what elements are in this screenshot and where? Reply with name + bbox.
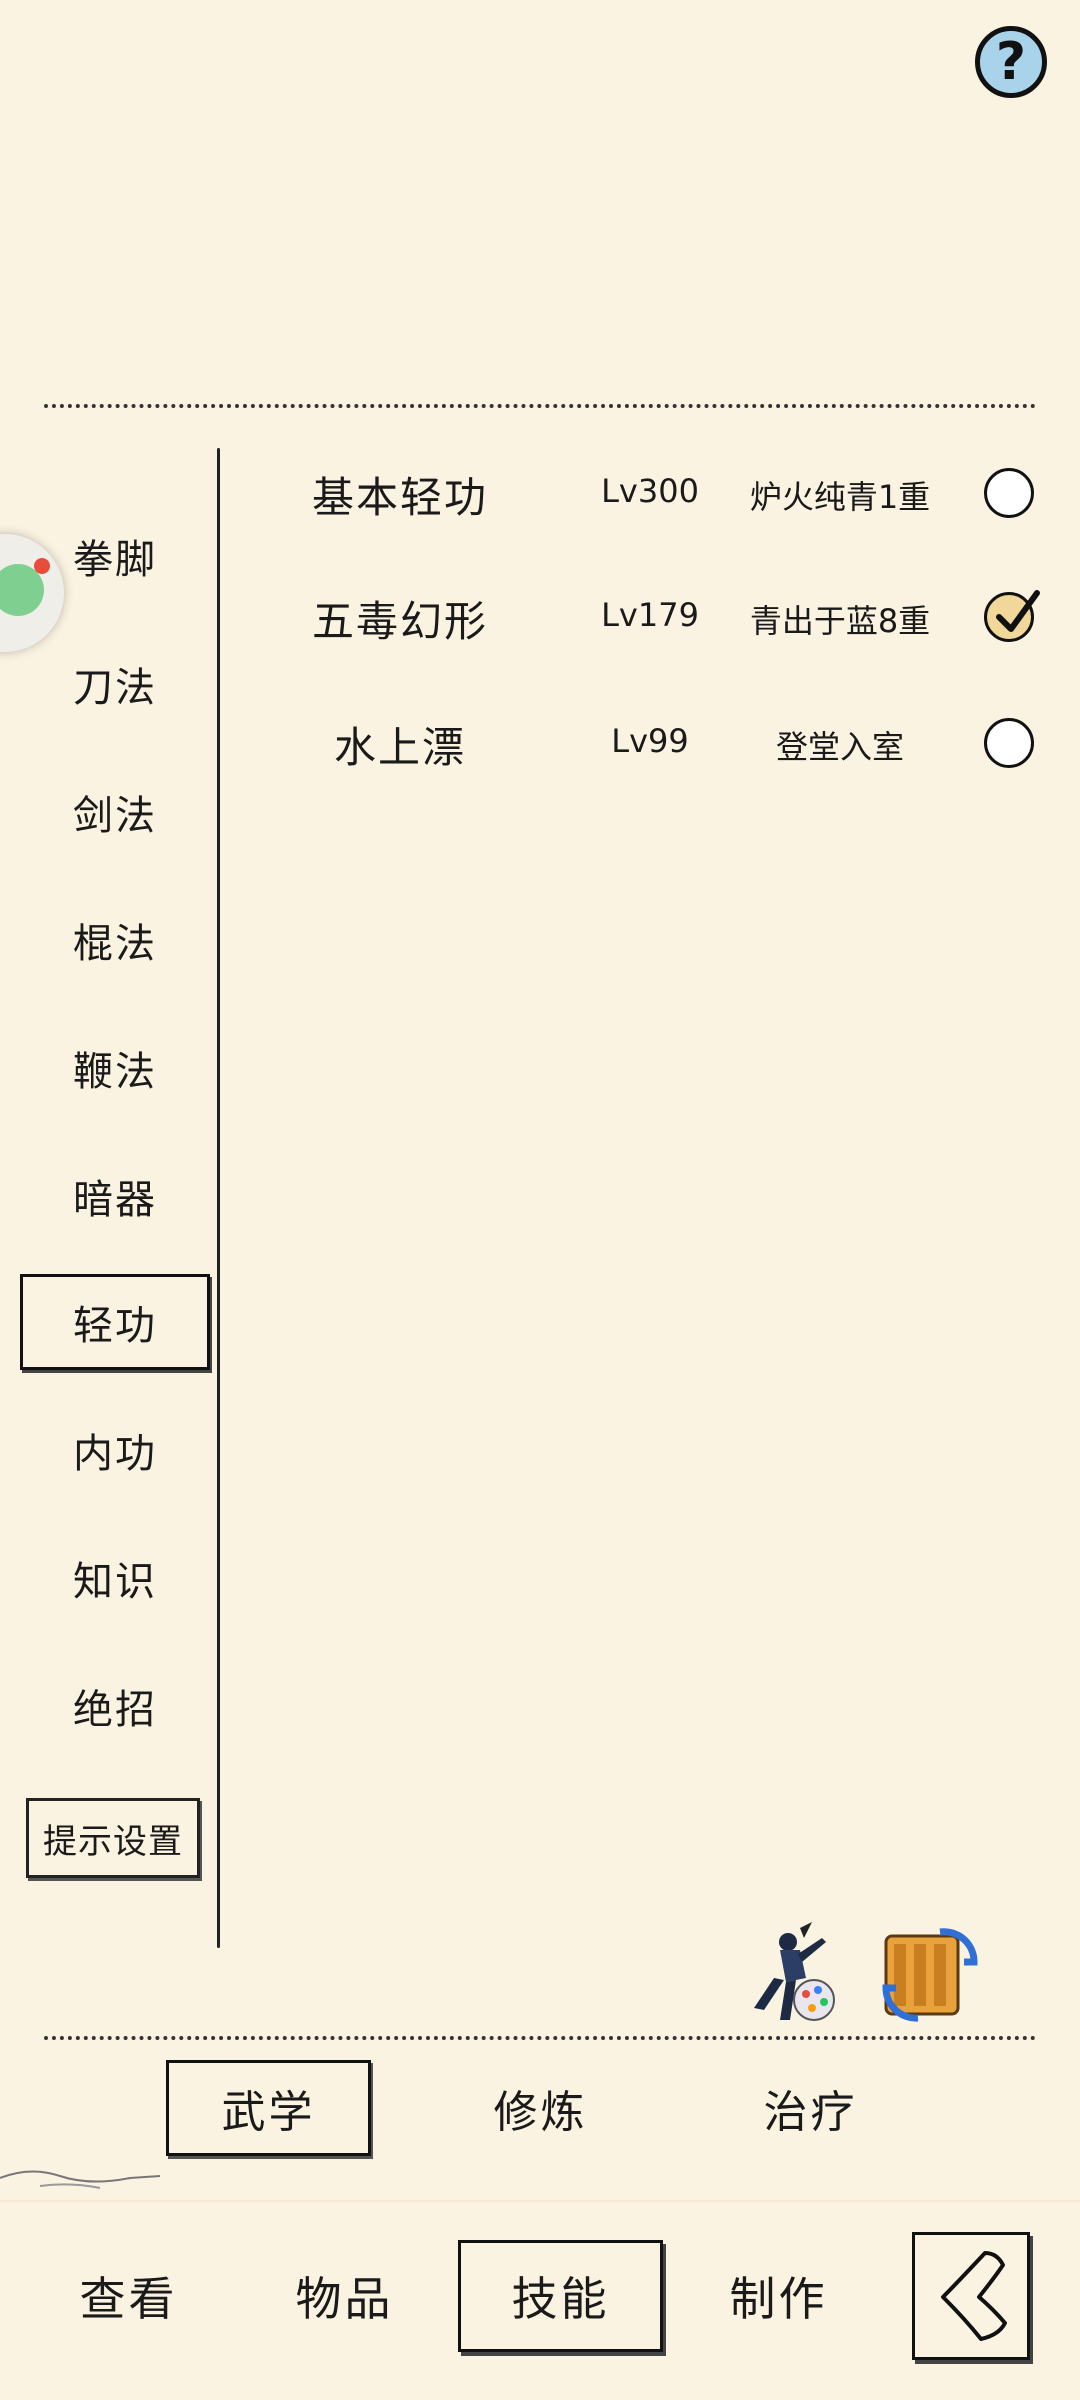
- subtab-xiulian[interactable]: 修炼: [438, 2060, 643, 2156]
- skill-level: Lv179: [601, 596, 699, 634]
- category-anqi[interactable]: 暗器: [20, 1148, 210, 1244]
- category-jianfa[interactable]: 剑法: [20, 764, 210, 860]
- ink-wave-divider: [0, 2170, 161, 2189]
- skill-name: 水上漂: [333, 723, 466, 772]
- back-arrow-icon: [941, 2251, 1007, 2341]
- category-juezhao[interactable]: 绝招: [20, 1658, 210, 1754]
- subtab-wuxue[interactable]: 武学: [166, 2060, 371, 2156]
- category-neigong[interactable]: 内功: [20, 1402, 210, 1498]
- category-daofa[interactable]: 刀法: [20, 636, 210, 732]
- skill-level: Lv300: [601, 472, 699, 510]
- bottom-divider: [44, 2036, 1036, 2040]
- skill-select-radio[interactable]: [984, 590, 1040, 642]
- category-divider: [217, 448, 220, 1948]
- skill-name: 五毒幻形: [311, 597, 488, 646]
- category-gunfa[interactable]: 棍法: [20, 892, 210, 988]
- category-bianfa[interactable]: 鞭法: [20, 1020, 210, 1116]
- skill-select-radio[interactable]: [984, 468, 1034, 518]
- skill-state: 青出于蓝8重: [749, 602, 931, 640]
- nav-view[interactable]: 查看: [26, 2240, 231, 2352]
- ninja-fighter-icon[interactable]: [740, 1920, 840, 2030]
- skill-level: Lv99: [611, 722, 689, 760]
- top-divider: [44, 404, 1036, 408]
- skill-state: 炉火纯青1重: [749, 478, 931, 516]
- nav-crafting[interactable]: 制作: [676, 2240, 881, 2352]
- skill-name: 基本轻功: [311, 473, 488, 522]
- category-zhishi[interactable]: 知识: [20, 1530, 210, 1626]
- nav-items[interactable]: 物品: [242, 2240, 447, 2352]
- skill-row[interactable]: 水上漂 Lv99 登堂入室: [240, 694, 1040, 790]
- nav-skills[interactable]: 技能: [458, 2240, 663, 2352]
- skill-select-radio[interactable]: [984, 718, 1034, 768]
- hint-settings-button[interactable]: 提示设置: [26, 1798, 200, 1878]
- checkmark-icon: [996, 590, 1040, 632]
- category-quanjiao[interactable]: 拳脚: [20, 508, 210, 604]
- skill-row[interactable]: 五毒幻形 Lv179 青出于蓝8重: [240, 568, 1040, 664]
- back-button[interactable]: [912, 2232, 1030, 2360]
- skill-state: 登堂入室: [775, 728, 904, 766]
- help-button[interactable]: ?: [975, 26, 1047, 98]
- scroll-exchange-icon[interactable]: [878, 1922, 980, 2024]
- subtab-zhiliao[interactable]: 治疗: [708, 2060, 913, 2156]
- category-qinggong[interactable]: 轻功: [20, 1274, 210, 1370]
- skill-row[interactable]: 基本轻功 Lv300 炉火纯青1重: [240, 444, 1040, 540]
